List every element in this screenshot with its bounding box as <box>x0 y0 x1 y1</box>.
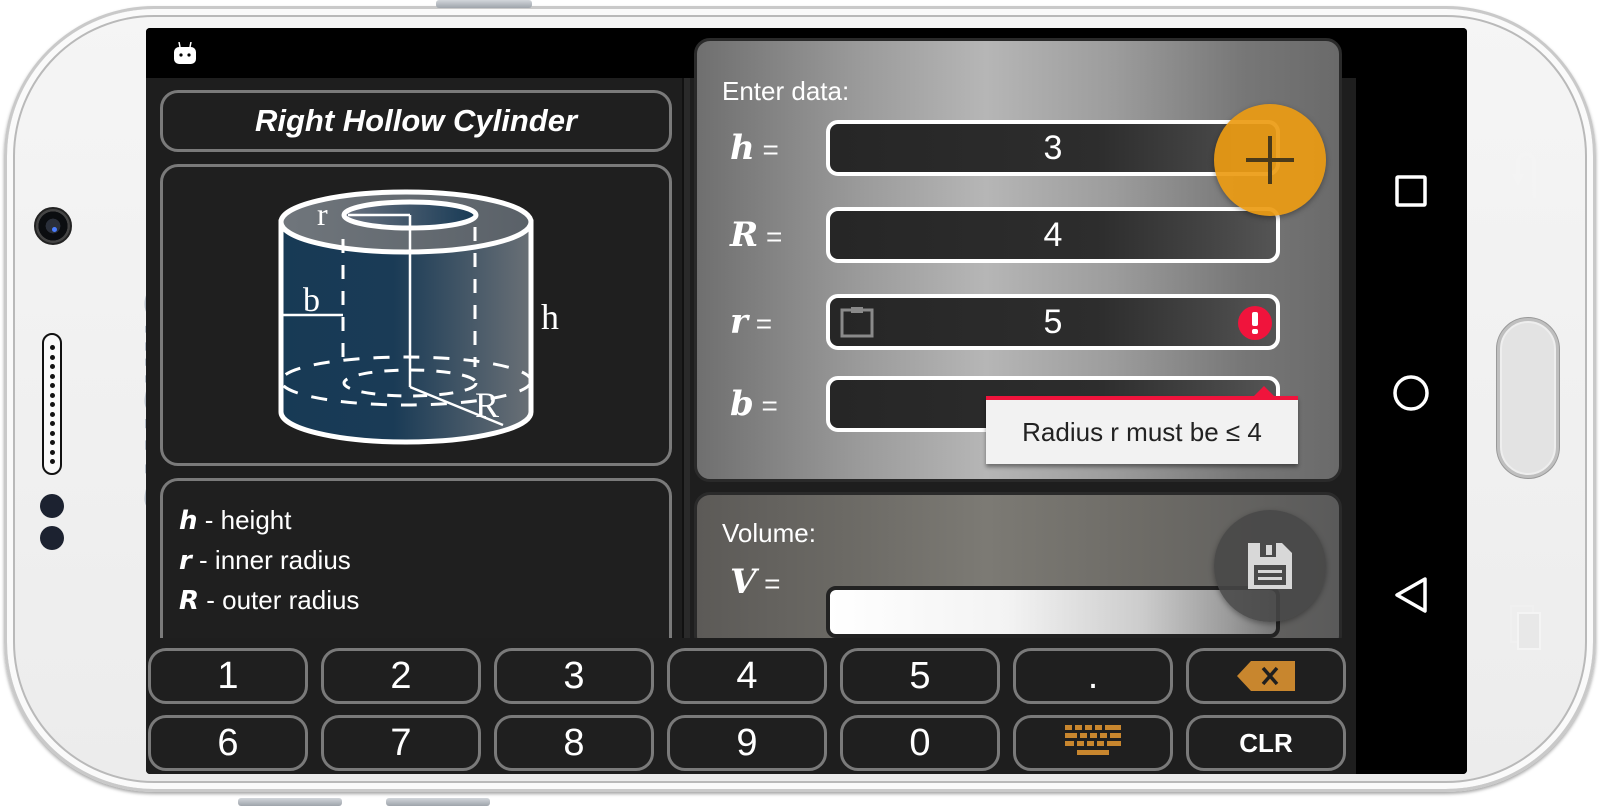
key-4[interactable]: 4 <box>667 648 827 704</box>
svg-text:R: R <box>475 385 499 425</box>
hollow-cylinder-diagram: r b h R <box>278 189 559 445</box>
navigation-bar <box>1356 78 1467 774</box>
speaker-dot <box>50 364 55 369</box>
volume-symbol-label: V = <box>730 562 781 602</box>
key-decimal[interactable]: . <box>1013 648 1173 704</box>
error-icon[interactable] <box>1238 306 1272 340</box>
home-icon <box>1393 375 1429 411</box>
key-5[interactable]: 5 <box>840 648 1000 704</box>
h-input[interactable]: 3 <box>826 120 1280 176</box>
key-8[interactable]: 8 <box>494 715 654 771</box>
hw-recent-icon <box>1510 605 1541 650</box>
android-debug-icon <box>174 42 196 64</box>
home-button[interactable] <box>1386 368 1436 418</box>
svg-text:h: h <box>541 297 559 337</box>
speaker-dot <box>50 411 55 417</box>
hw-back-icon <box>1512 152 1536 198</box>
front-camera <box>34 207 72 245</box>
key-6[interactable]: 6 <box>148 715 308 771</box>
speaker-dot <box>50 449 55 455</box>
clipboard-icon[interactable] <box>840 306 874 338</box>
keyboard-toggle-key[interactable] <box>1013 715 1173 771</box>
add-button[interactable] <box>1214 104 1326 216</box>
sensor <box>40 494 64 518</box>
svg-text:r: r <box>317 196 328 232</box>
enter-data-label: Enter data: <box>722 76 850 106</box>
backspace-key[interactable] <box>1186 648 1346 704</box>
backspace-icon <box>1237 661 1295 691</box>
inner-radius-label: r = <box>730 302 773 342</box>
speaker-dot <box>50 392 55 398</box>
earpiece-speaker <box>42 333 62 475</box>
speaker-dot <box>50 440 55 445</box>
keyboard-icon <box>1065 725 1121 755</box>
legend-box: h - height r - inner radius R - outer ra… <box>160 478 672 638</box>
save-button[interactable] <box>1214 510 1326 622</box>
legend-item: h - height <box>179 505 292 536</box>
save-icon <box>1248 543 1292 589</box>
legend-item: R - outer radius <box>179 585 360 616</box>
sensor <box>40 526 64 550</box>
speaker-dot <box>50 383 55 388</box>
speaker-dot <box>50 459 55 464</box>
back-button[interactable] <box>1386 570 1436 620</box>
shape-title-box: Right Hollow Cylinder <box>160 90 672 152</box>
speaker-dot <box>50 345 55 350</box>
key-2[interactable]: 2 <box>321 648 481 704</box>
volume-result <box>826 586 1280 638</box>
numeric-keypad: 1 2 3 4 5 . 6 7 8 9 0 CLR <box>146 638 1356 774</box>
device-screen: G 11:45 Right Hollow Cylinder <box>146 28 1467 774</box>
key-3[interactable]: 3 <box>494 648 654 704</box>
volume-button-top <box>436 0 532 8</box>
figure-box: r b h R <box>160 164 672 466</box>
speaker-dot <box>50 430 55 436</box>
error-tooltip: Radius r must be ≤ 4 <box>986 386 1298 464</box>
speaker-dot <box>50 402 55 407</box>
volume-label: Volume: <box>722 518 816 548</box>
clear-key[interactable]: CLR <box>1186 715 1346 771</box>
back-icon <box>1395 577 1427 613</box>
hardware-home-button[interactable] <box>1497 318 1559 478</box>
svg-text:b: b <box>303 282 320 319</box>
key-7[interactable]: 7 <box>321 715 481 771</box>
speaker-dot <box>50 373 55 379</box>
thickness-label: b = <box>730 384 778 424</box>
side-button-bottom-2 <box>386 798 490 806</box>
column-divider <box>682 78 690 638</box>
key-1[interactable]: 1 <box>148 648 308 704</box>
legend-item: r - inner radius <box>179 545 351 576</box>
key-0[interactable]: 0 <box>840 715 1000 771</box>
speaker-dot <box>50 354 55 360</box>
app-content: Right Hollow Cylinder r b h R h - height… <box>146 38 1356 774</box>
outer-radius-label: R = <box>730 215 783 255</box>
recents-icon <box>1395 175 1427 207</box>
recents-button[interactable] <box>1386 166 1436 216</box>
outer-radius-input[interactable]: 4 <box>826 207 1280 263</box>
key-9[interactable]: 9 <box>667 715 827 771</box>
inner-radius-input[interactable]: 5 <box>826 294 1280 350</box>
page-title: Right Hollow Cylinder <box>254 103 578 138</box>
h-label: h = <box>730 128 779 168</box>
side-button-bottom-1 <box>238 798 342 806</box>
speaker-dot <box>50 421 55 426</box>
